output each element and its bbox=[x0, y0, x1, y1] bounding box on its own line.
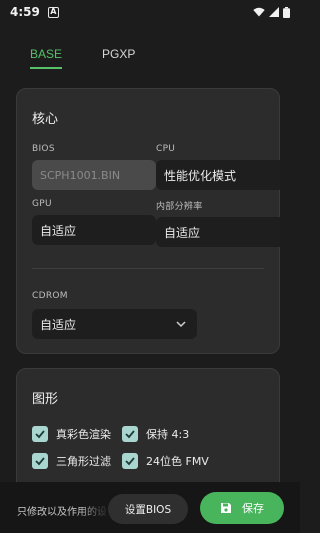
tab-pgxp[interactable]: PGXP bbox=[102, 47, 135, 67]
checkbox-checked-icon[interactable] bbox=[32, 453, 48, 469]
bottom-action-bar: 只修改以及作用的设 设置BIOS 保存 bbox=[0, 482, 300, 533]
save-button[interactable]: 保存 bbox=[200, 492, 284, 524]
core-divider bbox=[32, 268, 264, 269]
graphics-card: 图形 真彩色渲染 保持 4:3 三角形过滤 24位色 FMV bbox=[16, 368, 280, 498]
tab-base[interactable]: BASE bbox=[30, 47, 63, 69]
graphics-title: 图形 bbox=[32, 392, 59, 407]
option-label: 保持 4:3 bbox=[146, 428, 190, 441]
checkbox-checked-icon[interactable] bbox=[32, 426, 48, 442]
bios-select: SCPH1001.BIN bbox=[32, 160, 156, 190]
cdrom-select[interactable]: 自适应 bbox=[32, 309, 197, 339]
core-card: 核心 BIOS SCPH1001.BIN CPU 性能优化模式 GPU 自适应 … bbox=[16, 88, 280, 354]
save-icon bbox=[221, 503, 231, 513]
status-icons bbox=[253, 6, 290, 18]
cdrom-value: 自适应 bbox=[40, 317, 77, 332]
cpu-value: 性能优化模式 bbox=[164, 168, 237, 183]
cpu-select[interactable]: 性能优化模式 bbox=[156, 160, 280, 190]
save-label: 保存 bbox=[242, 502, 264, 515]
wifi-icon bbox=[253, 7, 265, 17]
option-keep-4-3[interactable]: 保持 4:3 bbox=[122, 426, 189, 442]
option-24bit-fmv[interactable]: 24位色 FMV bbox=[122, 453, 209, 469]
gpu-label: GPU bbox=[32, 199, 52, 209]
notification-icon: A bbox=[47, 6, 59, 18]
option-triangle-filter[interactable]: 三角形过滤 bbox=[32, 453, 111, 469]
checkbox-checked-icon[interactable] bbox=[122, 426, 138, 442]
cpu-label: CPU bbox=[156, 144, 176, 154]
internal-resolution-label: 内部分辨率 bbox=[156, 202, 203, 212]
option-label: 三角形过滤 bbox=[56, 455, 111, 468]
cdrom-label: CDROM bbox=[32, 291, 68, 301]
core-title: 核心 bbox=[32, 112, 59, 127]
bios-label: BIOS bbox=[32, 144, 55, 154]
set-bios-button[interactable]: 设置BIOS bbox=[108, 494, 188, 524]
hint-fade bbox=[78, 496, 110, 520]
signal-icon bbox=[269, 7, 279, 17]
gpu-value: 自适应 bbox=[40, 223, 77, 238]
status-time: 4:59 bbox=[10, 5, 40, 19]
checkbox-checked-icon[interactable] bbox=[122, 453, 138, 469]
tab-bar: BASE PGXP bbox=[30, 47, 135, 69]
internal-resolution-value: 自适应 bbox=[164, 225, 201, 240]
internal-resolution-select[interactable]: 自适应 bbox=[156, 217, 280, 247]
chevron-down-icon bbox=[176, 321, 186, 328]
bios-value: SCPH1001.BIN bbox=[40, 168, 121, 182]
option-true-color[interactable]: 真彩色渲染 bbox=[32, 426, 111, 442]
battery-icon bbox=[283, 6, 290, 18]
option-label: 24位色 FMV bbox=[146, 455, 209, 468]
gpu-select[interactable]: 自适应 bbox=[32, 215, 156, 245]
status-bar: 4:59 A bbox=[0, 0, 300, 24]
option-label: 真彩色渲染 bbox=[56, 428, 111, 441]
